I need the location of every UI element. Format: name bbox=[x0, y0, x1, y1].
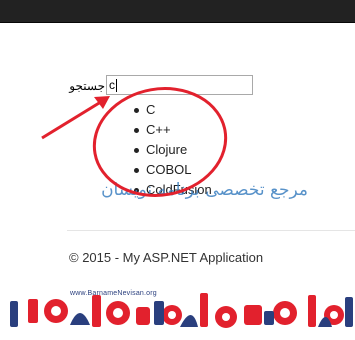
divider bbox=[67, 230, 355, 231]
site-logo bbox=[10, 293, 353, 328]
search-label: جستجو bbox=[69, 79, 105, 93]
logo-url: www.BarnameNevisan.org bbox=[70, 290, 157, 297]
footer-copyright: © 2015 - My ASP.NET Application bbox=[69, 250, 264, 265]
page: جستجو C C++ Clojure COBOL ColdFusion مرج… bbox=[0, 0, 355, 340]
text-caret bbox=[116, 79, 117, 92]
autocomplete-item[interactable]: Clojure bbox=[126, 140, 256, 160]
annotation-arrow-head bbox=[94, 96, 110, 109]
autocomplete-item[interactable]: COBOL bbox=[126, 160, 256, 180]
autocomplete-item[interactable]: C bbox=[126, 100, 256, 120]
watermark-text: مرجع تخصصی برنامه نویسان bbox=[101, 180, 308, 200]
autocomplete-item[interactable]: C++ bbox=[126, 120, 256, 140]
navbar bbox=[0, 0, 355, 23]
search-input[interactable] bbox=[106, 75, 253, 95]
annotation-arrow-shaft bbox=[41, 98, 105, 140]
